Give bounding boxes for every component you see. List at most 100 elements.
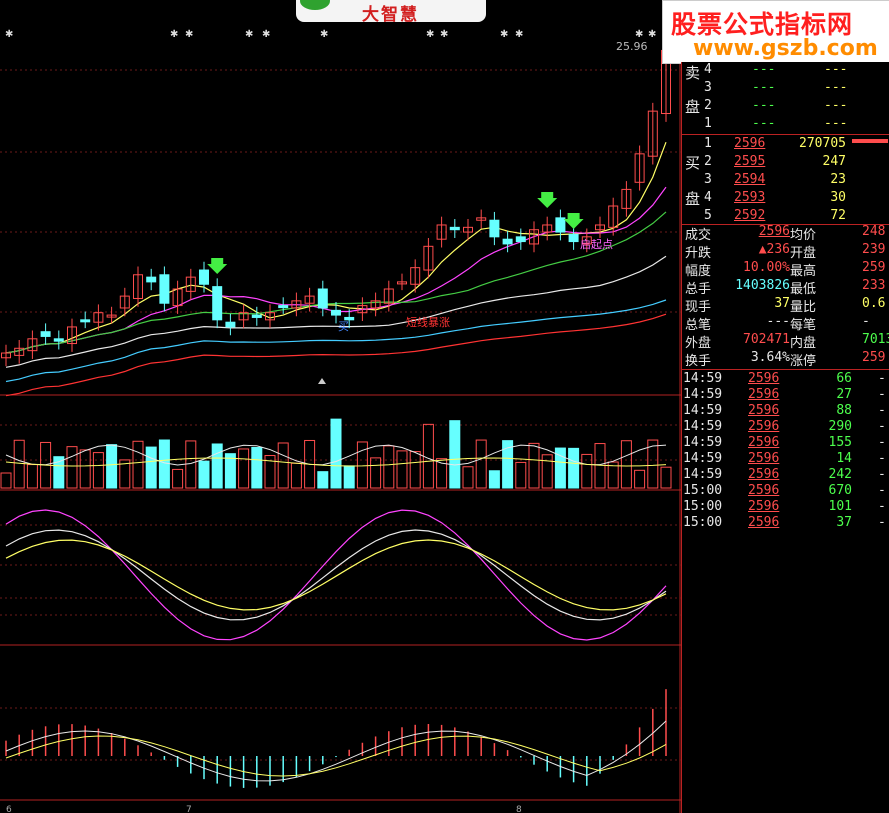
level-price[interactable]: --- (752, 98, 775, 113)
volume-bar (92, 452, 104, 489)
quote-label: 换手 (685, 354, 712, 369)
volume-bar (330, 418, 342, 489)
quote-row: 现手 37 量比 0.6 (682, 296, 889, 315)
volume-bar (66, 446, 78, 489)
tick-direction: - (878, 419, 886, 434)
quote-value: 10.00% (743, 260, 790, 275)
candle-body (331, 309, 341, 316)
level-price[interactable]: 2594 (734, 172, 765, 187)
tick-volume: 155 (828, 435, 852, 450)
star-marker-icon: ✱ (440, 29, 448, 40)
candle-body (40, 331, 51, 337)
kdj-d-line (5, 539, 667, 611)
candle-body (502, 238, 513, 245)
quote-row: 总手 1403826 最低 233 (682, 278, 889, 297)
quote-label: 总笔 (685, 318, 712, 333)
tick-time: 14:59 (683, 419, 723, 434)
tick-direction: - (878, 403, 886, 418)
quote-label: 每笔 (790, 318, 817, 333)
level-price[interactable]: 2595 (734, 154, 765, 169)
tick-direction: - (878, 435, 886, 450)
volume-bar (422, 423, 434, 489)
buy-level-row: 2 2595 247 (682, 154, 889, 172)
quote-label: 外盘 (685, 336, 712, 351)
volume-bar (660, 466, 672, 489)
volume-bar (132, 440, 144, 489)
candle-body (159, 274, 170, 304)
star-marker-icon: ✱ (426, 29, 434, 40)
volume-bar (145, 446, 157, 489)
level-number: 2 (704, 154, 712, 169)
quote-row: 幅度 10.00% 最高 259 (682, 260, 889, 279)
star-marker-icon: ✱ (245, 29, 253, 40)
quote-value: 2596 (758, 224, 790, 239)
volume-bar (211, 443, 223, 489)
quote-value: 239 (862, 242, 886, 257)
tick-direction: - (878, 499, 886, 514)
macd-dif-line (5, 720, 667, 782)
volume-bar (634, 469, 646, 489)
quote-label: 均价 (790, 228, 817, 243)
tick-time: 15:00 (683, 515, 723, 530)
level-number: 2 (704, 98, 712, 113)
level-number: 3 (704, 80, 712, 95)
quote-label: 成交 (685, 228, 712, 243)
x-tick-label: 8 (516, 805, 522, 813)
volume-bar (185, 440, 197, 489)
triangle-up-icon (318, 378, 326, 384)
volume-bar (462, 466, 474, 489)
candle-body (225, 321, 236, 328)
level-price[interactable]: 2596 (734, 136, 765, 151)
tick-price: 2596 (748, 483, 780, 498)
volume-bar (0, 472, 12, 489)
tick-direction: - (878, 483, 886, 498)
top-bar: 大智慧 (0, 0, 681, 25)
tick-direction: - (878, 451, 886, 466)
star-marker-icon: ✱ (262, 29, 270, 40)
tick-row[interactable]: 15:00 2596 37 - (682, 515, 889, 533)
kline-chart-svg[interactable]: ✱ ✱ ✱ ✱ ✱ ✱ ✱ ✱ ✱ ✱ ✱ ✱ 启起点短线暴涨 买 6 7 8 (0, 0, 681, 813)
watermark: 股票公式指标网 www.gszb.com (662, 0, 889, 64)
candle-body (251, 314, 262, 318)
volume-bar (158, 439, 170, 489)
candle-body (80, 319, 91, 323)
buy-level-row: 3 2594 23 (682, 172, 889, 190)
volume-bar (568, 447, 580, 489)
quote-value: ▲236 (758, 242, 790, 257)
quote-label: 内盘 (790, 336, 817, 351)
quote-value: 259 (862, 350, 886, 365)
quote-row: 外盘 702471内盘 70135 (682, 332, 889, 351)
quote-value: 248 (862, 224, 886, 239)
candle-body (489, 219, 500, 238)
quote-value: 3.64% (750, 350, 790, 365)
volume-bar (277, 442, 289, 489)
tick-price: 2596 (748, 403, 780, 418)
buy-level-row: 1 2596 270705 (682, 136, 889, 154)
volume-bar (106, 444, 118, 489)
quote-value: 70135 (862, 332, 889, 347)
logo-ball-icon (300, 0, 330, 10)
star-marker-icon: ✱ (500, 29, 508, 40)
tick-price: 2596 (748, 451, 780, 466)
level-price[interactable]: --- (752, 62, 775, 77)
tick-time: 14:59 (683, 467, 723, 482)
buy-arrow-icon (563, 213, 584, 229)
volume-bar (515, 461, 527, 489)
kline-chart-area[interactable]: ✱ ✱ ✱ ✱ ✱ ✱ ✱ ✱ ✱ ✱ ✱ ✱ 启起点 短线暴涨 买 6 7 8 大智慧 25.96 (0, 0, 681, 813)
volume-bar (409, 451, 421, 489)
quote-label: 总手 (685, 282, 712, 297)
level-price[interactable]: 2593 (734, 190, 765, 205)
volume-bar (290, 462, 302, 489)
level-volume: --- (824, 98, 848, 113)
level-price[interactable]: --- (752, 80, 775, 95)
quote-label: 现手 (685, 300, 712, 315)
sell-level-row: 4 --- --- (682, 62, 889, 80)
volume-bar (26, 464, 38, 489)
tick-price: 2596 (748, 419, 780, 434)
level-number: 1 (704, 116, 712, 131)
volume-bar (79, 449, 91, 489)
level-price[interactable]: --- (752, 116, 775, 131)
level-price[interactable]: 2592 (734, 208, 765, 223)
volume-bar (370, 457, 382, 489)
volume-bar (528, 442, 540, 489)
